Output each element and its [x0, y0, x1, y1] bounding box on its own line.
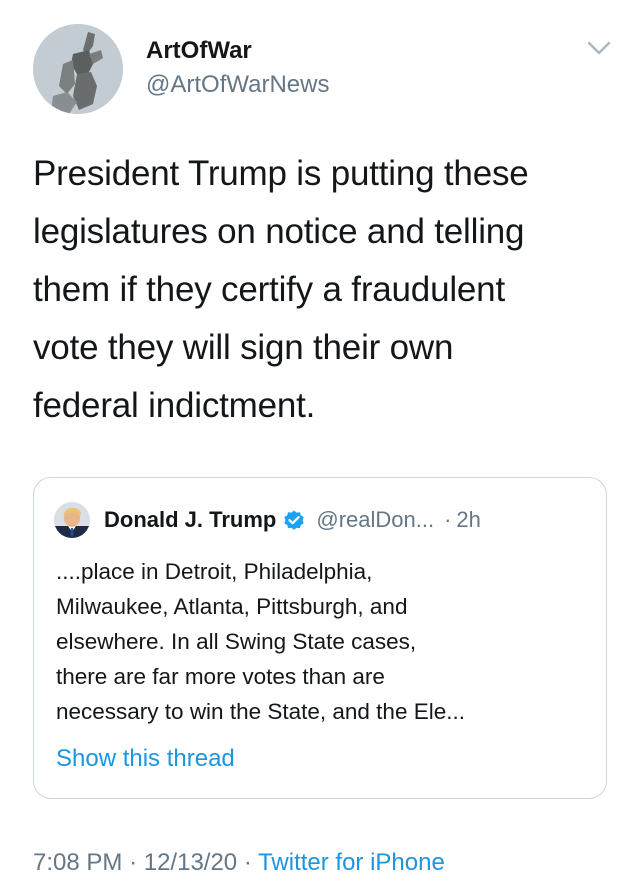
quoted-timestamp: 2h	[456, 507, 481, 532]
quoted-time-separator: ·	[444, 507, 452, 532]
quoted-tweet-header: Donald J. Trump @realDon... · 2h	[54, 502, 481, 538]
author-avatar[interactable]	[33, 24, 123, 114]
tweet-header: ArtOfWar @ArtOfWarNews	[33, 24, 613, 116]
tweet-source-link[interactable]: Twitter for iPhone	[258, 849, 445, 876]
quoted-author-handle: @realDon...	[316, 507, 435, 532]
author-handle[interactable]: @ArtOfWarNews	[146, 70, 329, 100]
statue-avatar-icon	[33, 24, 123, 114]
verified-badge-icon	[282, 508, 306, 532]
quoted-tweet-text: ....place in Detroit, Philadelphia, Milw…	[56, 559, 465, 724]
tweet-text: President Trump is putting these legisla…	[33, 154, 529, 425]
tweet-date: 12/13/20	[143, 849, 238, 876]
tweet-meta: 7:08 PM · 12/13/20 · Twitter for iPhone	[33, 846, 445, 880]
meta-separator: ·	[129, 849, 138, 876]
quoted-tweet-card[interactable]: Donald J. Trump @realDon... · 2h ....pla…	[33, 477, 607, 799]
author-display-name[interactable]: ArtOfWar	[146, 36, 329, 66]
author-names: ArtOfWar @ArtOfWarNews	[146, 36, 329, 100]
quoted-author-name: Donald J. Trump	[104, 507, 277, 532]
portrait-avatar-icon	[54, 502, 90, 538]
chevron-down-icon[interactable]	[585, 34, 613, 62]
show-thread-link[interactable]: Show this thread	[56, 742, 235, 776]
tweet-time: 7:08 PM	[33, 849, 123, 876]
meta-separator: ·	[243, 849, 252, 876]
quoted-author-avatar	[54, 502, 90, 538]
